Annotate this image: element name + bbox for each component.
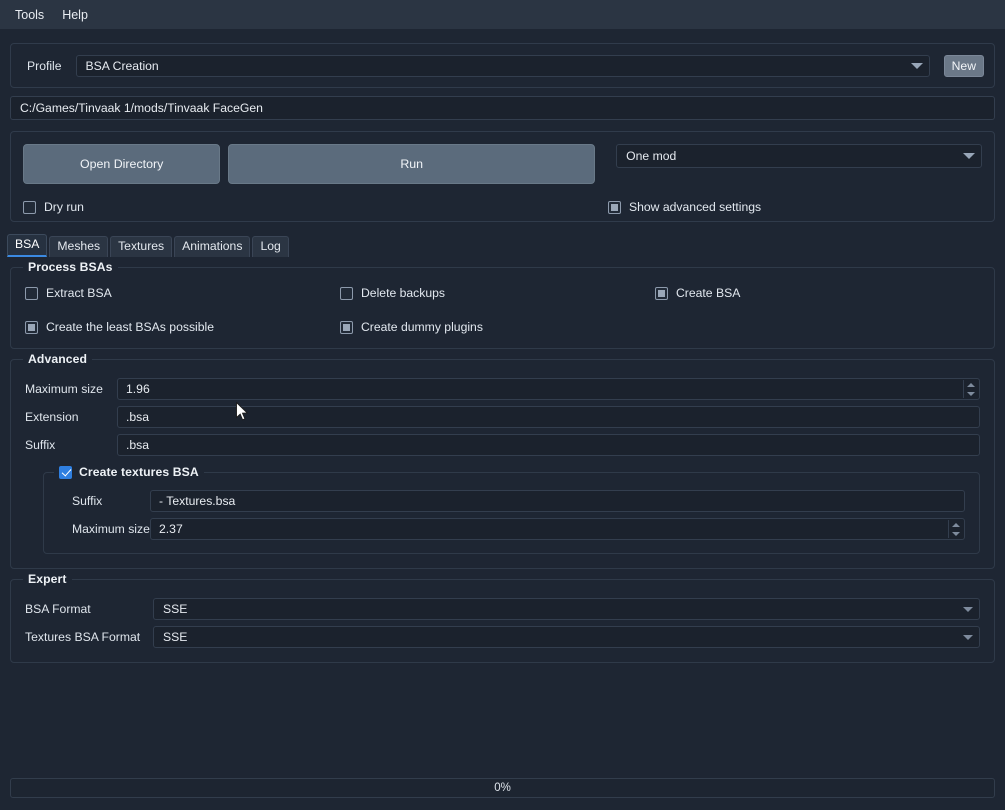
expert-group: Expert BSA Format SSE Textures BSA Forma… xyxy=(10,572,995,663)
checkbox-box-unchecked[interactable] xyxy=(23,200,36,214)
spinner[interactable] xyxy=(948,520,963,538)
profile-panel: Profile BSA Creation New xyxy=(10,43,995,88)
profile-label: Profile xyxy=(27,58,62,73)
advanced-extension-label: Extension xyxy=(25,410,79,424)
textures-suffix-value: - Textures.bsa xyxy=(159,494,236,508)
chevron-down-icon xyxy=(910,62,923,69)
show-advanced-settings-checkbox[interactable]: Show advanced settings xyxy=(608,200,761,214)
profile-select-value: BSA Creation xyxy=(85,58,159,73)
spinner-up-icon[interactable] xyxy=(949,520,963,529)
textures-maximum-size-label: Maximum size xyxy=(72,522,150,536)
textures-bsa-format-value: SSE xyxy=(163,630,188,644)
textures-maximum-size-input[interactable]: 2.37 xyxy=(150,518,965,540)
tab-log[interactable]: Log xyxy=(252,236,289,257)
profile-select[interactable]: BSA Creation xyxy=(75,54,930,77)
create-textures-bsa-title: Create textures BSA xyxy=(54,465,204,479)
advanced-maximum-size-label: Maximum size xyxy=(25,382,103,396)
process-bsas-group: Process BSAs Extract BSA Delete backups … xyxy=(10,260,995,349)
create-least-bsas-label: Create the least BSAs possible xyxy=(46,320,215,334)
chevron-down-icon xyxy=(963,153,975,159)
progress-bar-value: 0% xyxy=(494,782,511,794)
advanced-extension-input[interactable]: .bsa xyxy=(117,406,980,428)
create-bsa-label: Create BSA xyxy=(676,286,741,300)
dry-run-label: Dry run xyxy=(44,200,84,214)
create-bsa-checkbox[interactable]: Create BSA xyxy=(655,286,980,300)
create-textures-bsa-group: Create textures BSA Suffix - Textures.bs… xyxy=(43,465,980,554)
grid-spacer xyxy=(655,320,980,334)
checkbox-box-partial[interactable] xyxy=(655,286,668,300)
process-bsas-title: Process BSAs xyxy=(23,260,118,274)
advanced-extension-row: Extension .bsa xyxy=(25,406,980,428)
tab-bsa[interactable]: BSA xyxy=(7,234,48,257)
create-dummy-plugins-checkbox[interactable]: Create dummy plugins xyxy=(340,320,655,334)
mode-select-wrapper: One mod xyxy=(616,144,982,168)
bsa-format-row: BSA Format SSE xyxy=(25,598,980,620)
delete-backups-checkbox[interactable]: Delete backups xyxy=(340,286,655,300)
textures-suffix-input[interactable]: - Textures.bsa xyxy=(150,490,965,512)
create-textures-bsa-label: Create textures BSA xyxy=(79,465,199,479)
mode-select-value: One mod xyxy=(626,149,677,163)
textures-suffix-label: Suffix xyxy=(72,494,103,508)
new-profile-button[interactable]: New xyxy=(943,54,984,77)
menu-bar: Tools Help xyxy=(0,0,1005,29)
progress-bar: 0% xyxy=(10,778,995,798)
tab-animations[interactable]: Animations xyxy=(174,236,251,257)
textures-bsa-format-label: Textures BSA Format xyxy=(25,630,141,644)
advanced-suffix-value: .bsa xyxy=(126,438,150,452)
bsa-format-label: BSA Format xyxy=(25,602,91,616)
advanced-group: Advanced Maximum size 1.96 Extension .bs… xyxy=(10,352,995,569)
spinner-down-icon[interactable] xyxy=(964,389,978,398)
create-dummy-plugins-label: Create dummy plugins xyxy=(361,320,483,334)
delete-backups-label: Delete backups xyxy=(361,286,446,300)
bsa-format-value: SSE xyxy=(163,602,188,616)
advanced-title: Advanced xyxy=(23,352,93,366)
create-textures-bsa-fields: Suffix - Textures.bsa Maximum size 2.37 xyxy=(58,490,965,540)
open-directory-button[interactable]: Open Directory xyxy=(23,144,221,184)
extract-bsa-checkbox[interactable]: Extract BSA xyxy=(25,286,340,300)
textures-bsa-format-select[interactable]: SSE xyxy=(153,626,980,648)
advanced-suffix-input[interactable]: .bsa xyxy=(117,434,980,456)
checkbox-box-partial[interactable] xyxy=(25,320,38,334)
checkbox-box-unchecked[interactable] xyxy=(25,286,38,300)
spinner[interactable] xyxy=(963,380,978,398)
checkbox-box-partial[interactable] xyxy=(340,320,353,334)
process-bsas-grid: Extract BSA Delete backups Create BSA Cr… xyxy=(25,286,980,334)
advanced-suffix-label: Suffix xyxy=(25,438,56,452)
tab-meshes[interactable]: Meshes xyxy=(49,236,109,257)
menu-item-help[interactable]: Help xyxy=(55,4,95,26)
menu-item-tools[interactable]: Tools xyxy=(8,4,51,26)
create-textures-bsa-checkbox[interactable] xyxy=(59,465,72,479)
directory-path-input[interactable]: C:/Games/Tinvaak 1/mods/Tinvaak FaceGen xyxy=(10,96,995,120)
checkbox-box-partial[interactable] xyxy=(608,200,621,214)
create-least-bsas-checkbox[interactable]: Create the least BSAs possible xyxy=(25,320,340,334)
tab-bar: BSA Meshes Textures Animations Log xyxy=(7,234,1005,257)
show-advanced-settings-label: Show advanced settings xyxy=(629,200,762,214)
dry-run-checkbox[interactable]: Dry run xyxy=(23,200,338,214)
advanced-maximum-size-row: Maximum size 1.96 xyxy=(25,378,980,400)
textures-maximum-size-value: 2.37 xyxy=(159,522,183,536)
extract-bsa-label: Extract BSA xyxy=(46,286,112,300)
textures-maximum-size-row: Maximum size 2.37 xyxy=(72,518,965,540)
actions-checkbox-row: Dry run Show advanced settings xyxy=(23,200,982,214)
spinner-down-icon[interactable] xyxy=(949,529,963,538)
textures-suffix-row: Suffix - Textures.bsa xyxy=(72,490,965,512)
expert-title: Expert xyxy=(23,572,72,586)
checkbox-box-unchecked[interactable] xyxy=(340,286,353,300)
bsa-format-select[interactable]: SSE xyxy=(153,598,980,620)
advanced-extension-value: .bsa xyxy=(126,410,150,424)
chevron-down-icon xyxy=(963,634,973,640)
run-button[interactable]: Run xyxy=(228,144,596,184)
actions-panel: Open Directory Run One mod Dry run Show … xyxy=(10,131,995,222)
mode-select[interactable]: One mod xyxy=(616,144,982,168)
advanced-maximum-size-value: 1.96 xyxy=(126,382,150,396)
textures-bsa-format-row: Textures BSA Format SSE xyxy=(25,626,980,648)
tab-textures[interactable]: Textures xyxy=(110,236,173,257)
actions-row: Open Directory Run One mod xyxy=(23,144,982,184)
advanced-maximum-size-input[interactable]: 1.96 xyxy=(117,378,980,400)
advanced-suffix-row: Suffix .bsa xyxy=(25,434,980,456)
spinner-up-icon[interactable] xyxy=(964,380,978,389)
chevron-down-icon xyxy=(963,606,973,612)
